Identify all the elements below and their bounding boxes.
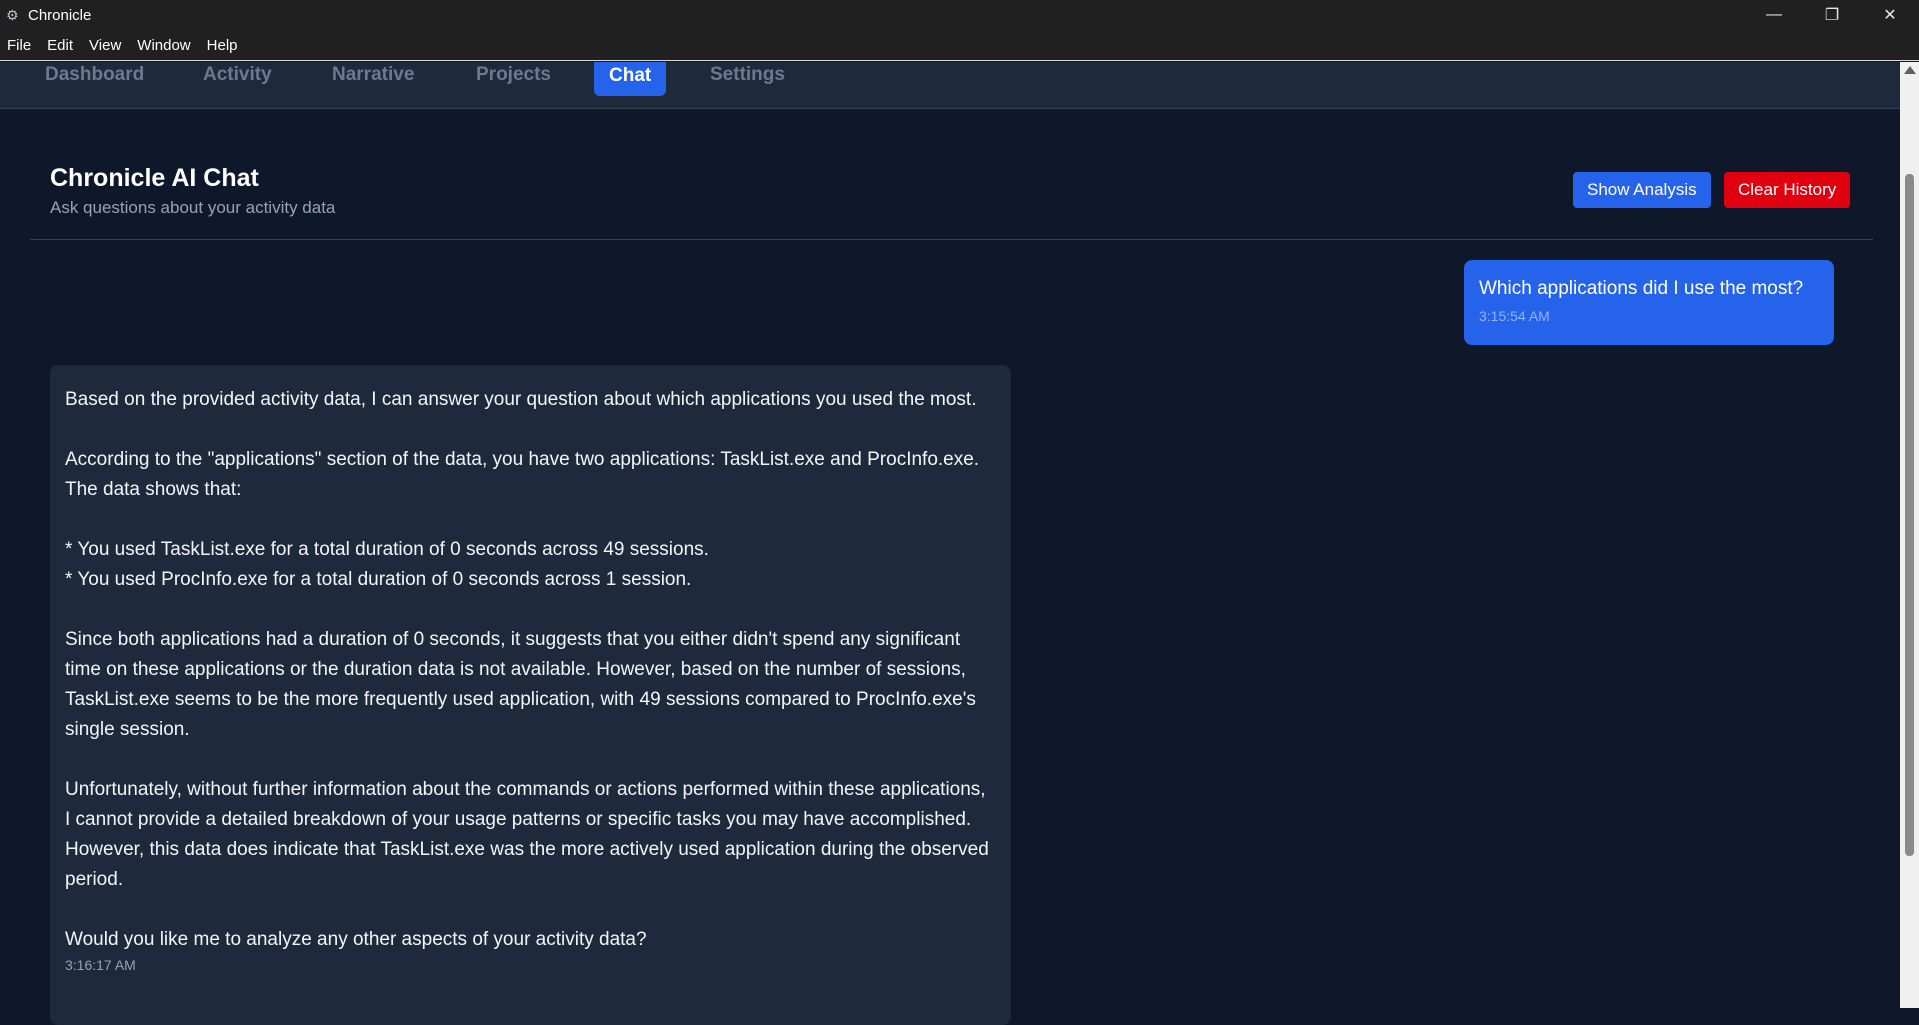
window-title: Chronicle — [28, 6, 92, 24]
close-icon[interactable]: ✕ — [1861, 0, 1919, 30]
user-message: Which applications did I use the most? 3… — [1464, 260, 1834, 345]
user-message-text: Which applications did I use the most? — [1479, 278, 1804, 299]
page-title: Chronicle AI Chat — [50, 164, 259, 192]
menu-window[interactable]: Window — [129, 37, 198, 54]
menu-help[interactable]: Help — [199, 37, 246, 54]
show-analysis-button[interactable]: Show Analysis — [1573, 172, 1711, 208]
menu-edit[interactable]: Edit — [39, 37, 81, 54]
assistant-paragraph: Based on the provided activity data, I c… — [65, 389, 977, 410]
window-controls: — ❐ ✕ — [1745, 0, 1919, 30]
tab-dashboard[interactable]: Dashboard — [30, 62, 159, 94]
clear-history-button[interactable]: Clear History — [1724, 172, 1851, 208]
tab-narrative[interactable]: Narrative — [317, 62, 429, 94]
vertical-scrollbar[interactable] — [1900, 62, 1919, 1008]
nav-bar: Dashboard Activity Narrative Projects Ch… — [0, 62, 1900, 109]
user-message-time: 3:15:54 AM — [1479, 308, 1550, 324]
minimize-icon[interactable]: — — [1745, 0, 1803, 30]
assistant-paragraph: Would you like me to analyze any other a… — [65, 929, 647, 950]
chat-page: Chronicle AI Chat Ask questions about yo… — [0, 110, 1900, 1025]
assistant-paragraph: Unfortunately, without further informati… — [65, 779, 989, 890]
tab-chat[interactable]: Chat — [594, 62, 667, 96]
tab-activity[interactable]: Activity — [188, 62, 287, 94]
assistant-message: Based on the provided activity data, I c… — [50, 365, 1011, 1025]
menu-file[interactable]: File — [0, 37, 39, 54]
menu-bar: File Edit View Window Help — [0, 30, 1919, 61]
tab-projects[interactable]: Projects — [461, 62, 566, 94]
menu-view[interactable]: View — [81, 37, 129, 54]
assistant-paragraph: According to the "applications" section … — [65, 449, 980, 500]
assistant-bullet: * You used TaskList.exe for a total dura… — [65, 539, 709, 560]
assistant-paragraph: Since both applications had a duration o… — [65, 629, 976, 740]
scroll-up-icon[interactable] — [1904, 66, 1916, 74]
app-gear-icon: ⚙ — [6, 7, 19, 23]
assistant-bullet: * You used ProcInfo.exe for a total dura… — [65, 569, 692, 590]
restore-icon[interactable]: ❐ — [1803, 0, 1861, 30]
title-bar: ⚙ Chronicle — ❐ ✕ — [0, 0, 1919, 30]
page-subtitle: Ask questions about your activity data — [50, 198, 336, 217]
scroll-thumb[interactable] — [1905, 174, 1914, 856]
chat-header: Chronicle AI Chat Ask questions about yo… — [30, 110, 1873, 240]
assistant-message-time: 3:16:17 AM — [65, 957, 136, 973]
tab-settings[interactable]: Settings — [695, 62, 800, 94]
